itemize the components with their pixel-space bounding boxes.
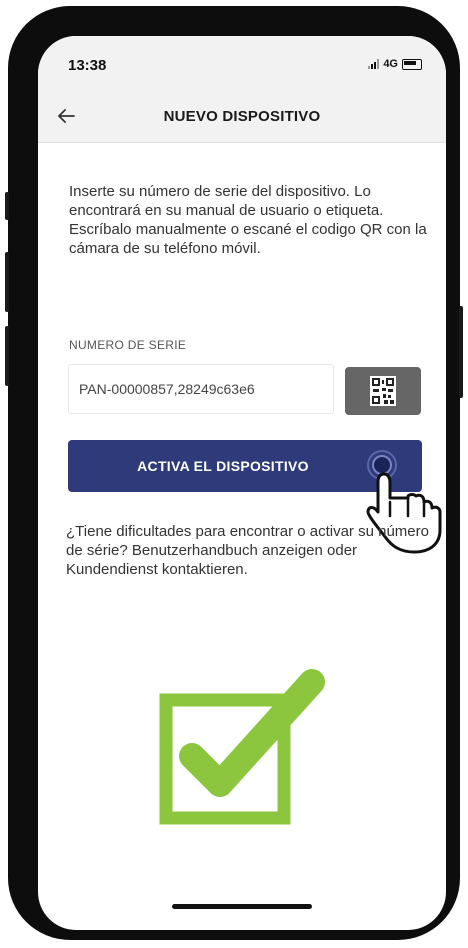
home-indicator[interactable]	[172, 904, 312, 909]
battery-icon	[402, 58, 422, 70]
qr-code-icon	[370, 376, 396, 406]
power-button	[459, 306, 463, 398]
phone-frame: 13:38 4G NUEVO DISPOSITIVO Inserte su nú…	[5, 6, 463, 940]
activate-button-label: ACTIVA EL DISPOSITIVO	[137, 458, 309, 474]
volume-up-button	[5, 252, 9, 312]
page-title: NUEVO DISPOSITIVO	[163, 108, 321, 125]
status-indicators: 4G	[368, 58, 422, 70]
instructions-text: Inserte su número de serie del dispositi…	[69, 183, 427, 257]
mute-switch	[5, 192, 9, 220]
status-time: 13:38	[68, 57, 107, 74]
phone-screen: 13:38 4G NUEVO DISPOSITIVO Inserte su nú…	[38, 36, 446, 930]
app-header: NUEVO DISPOSITIVO	[38, 94, 446, 143]
signal-icon	[368, 59, 380, 69]
status-bar: 13:38 4G	[38, 36, 446, 94]
scan-qr-button[interactable]	[345, 367, 421, 415]
network-type: 4G	[383, 58, 398, 70]
serial-number-label: NUMERO DE SERIE	[69, 338, 187, 352]
help-text: ¿Tiene dificultades para encontrar o act…	[66, 523, 429, 578]
serial-number-input[interactable]	[68, 364, 334, 414]
checkmark-icon	[159, 669, 325, 825]
volume-down-button	[5, 326, 9, 386]
